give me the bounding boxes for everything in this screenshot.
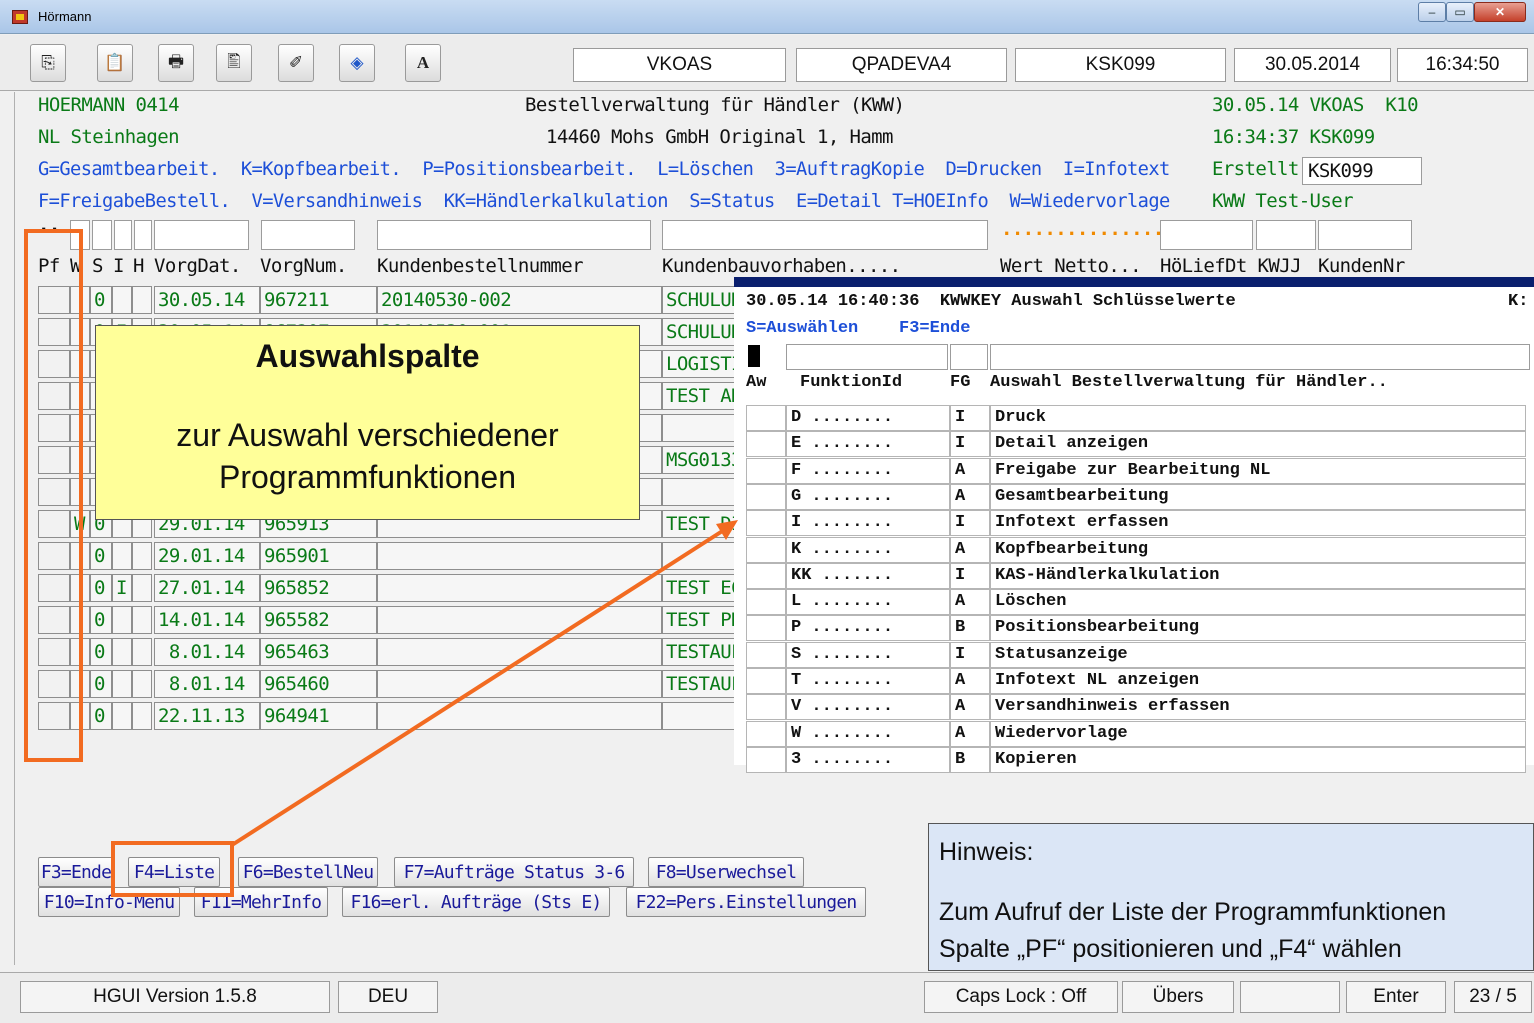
version-label: HGUI Version 1.5.8	[20, 981, 330, 1013]
enter-button[interactable]: Enter	[1346, 981, 1446, 1013]
cursor-position: 23 / 5	[1454, 981, 1532, 1013]
hint-title: Hinweis:	[939, 838, 1034, 866]
caps-lock-status: Caps Lock : Off	[924, 981, 1118, 1013]
language-label: DEU	[338, 981, 438, 1013]
hint-body: Zum Aufruf der Liste der Programmfunktio…	[939, 898, 1447, 963]
hint-box: Hinweis: Zum Aufruf der Liste der Progra…	[928, 823, 1534, 971]
empty-status-cell	[1240, 981, 1340, 1013]
status-bar: HGUI Version 1.5.8 DEU Caps Lock : Off Ü…	[0, 972, 1534, 1023]
insert-mode-status: Übers	[1122, 981, 1234, 1013]
